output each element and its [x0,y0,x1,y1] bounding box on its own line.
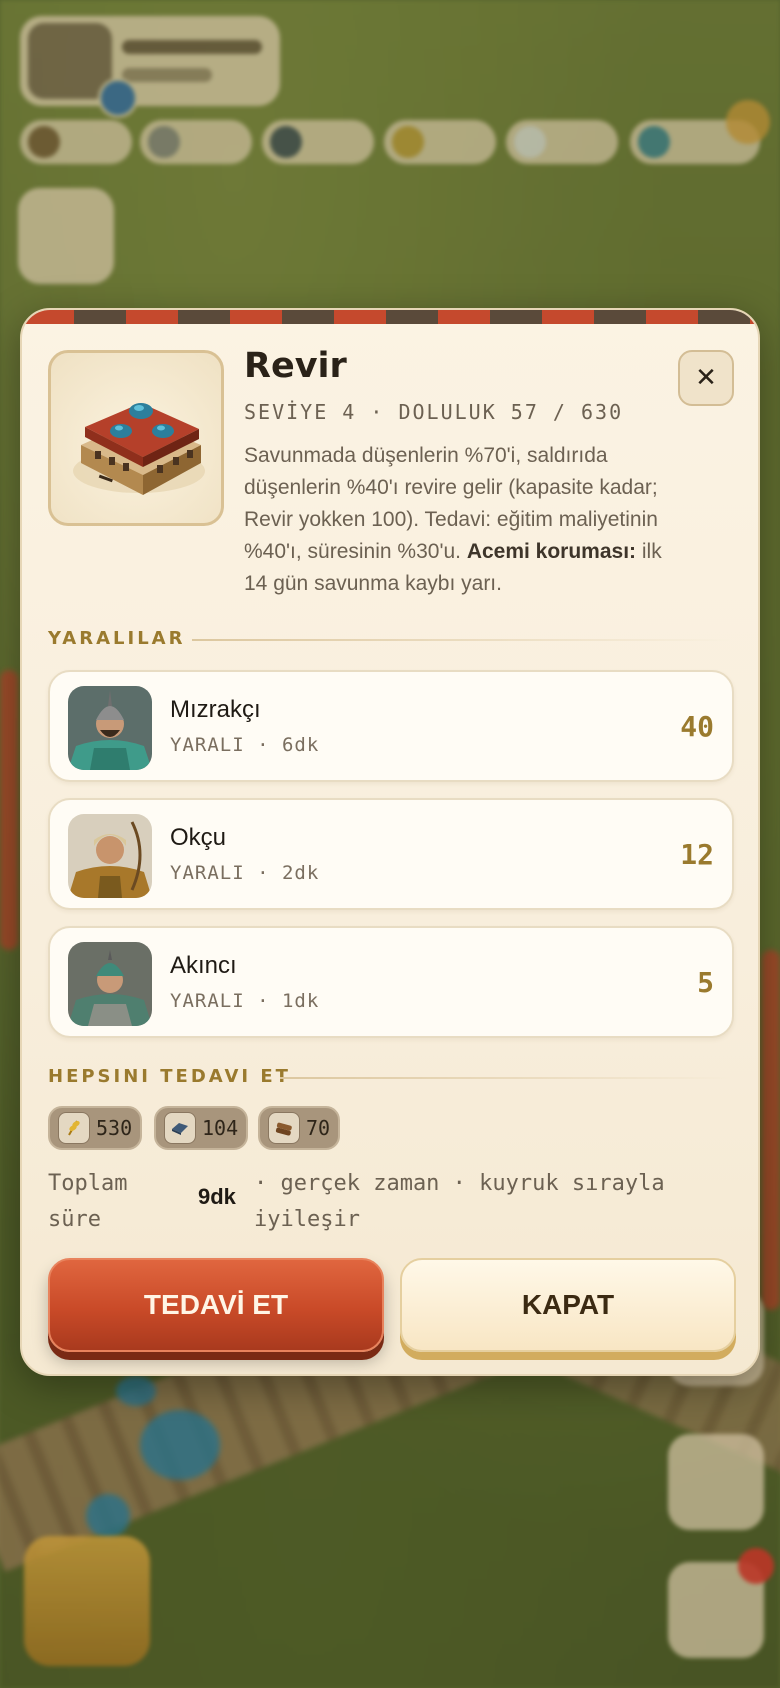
wounded-unit-row[interactable]: Mızrakçı YARALI · 6dk 40 [48,670,734,782]
close-icon: ✕ [695,363,717,393]
total-time-note: · gerçek zaman · kuyruk sırayla iyileşir [254,1171,665,1232]
unit-count: 12 [680,838,714,871]
heal-all-section-label: HEPSINI TEDAVI ET [48,1066,291,1087]
cost-value: 70 [306,1116,331,1140]
unit-count: 40 [680,710,714,743]
section-divider [192,639,732,641]
wounded-unit-row[interactable]: Okçu YARALI · 2dk 12 [48,798,734,910]
cost-value: 530 [96,1116,133,1140]
wheat-icon [58,1112,90,1144]
unit-status: YARALI · 2dk [170,862,320,884]
unit-name: Mızrakçı [170,696,261,723]
total-time-value: 9dk [198,1184,236,1209]
unit-name: Okçu [170,824,227,851]
building-description: Savunmada düşenlerin %70'i, saldırıda dü… [244,440,674,600]
building-level-capacity: SEVİYE 4 · DOLULUK 57 / 630 [244,400,624,424]
cost-pill-iron: 104 [154,1106,249,1150]
cost-value: 104 [202,1116,239,1140]
unit-status: YARALI · 6dk [170,734,320,756]
cost-pill-wheat: 530 [48,1106,143,1150]
cost-pill-wood: 70 [258,1106,341,1150]
infirmary-building-icon [73,403,205,495]
close-button[interactable]: ✕ [678,350,734,406]
unit-status: YARALI · 1dk [170,990,320,1012]
wood-icon [268,1112,300,1144]
building-title: Revir [244,346,347,386]
section-divider [280,1077,732,1079]
wounded-section-label: YARALILAR [48,628,186,649]
close-modal-button[interactable]: KAPAT [400,1258,736,1352]
archer-portrait [68,814,152,898]
heal-button[interactable]: TEDAVİ ET [48,1258,384,1352]
unit-name: Akıncı [170,952,237,979]
decorative-stripe [22,310,758,324]
unit-count: 5 [697,966,714,999]
iron-icon [164,1112,196,1144]
infirmary-modal: Revir SEVİYE 4 · DOLULUK 57 / 630 Savunm… [20,308,760,1376]
spearman-portrait [68,686,152,770]
wounded-unit-row[interactable]: Akıncı YARALI · 1dk 5 [48,926,734,1038]
raider-portrait [68,942,152,1026]
total-time-label: Toplam süre [48,1171,128,1232]
description-highlight: Acemi koruması: [466,540,637,563]
infirmary-building-image [48,350,224,526]
